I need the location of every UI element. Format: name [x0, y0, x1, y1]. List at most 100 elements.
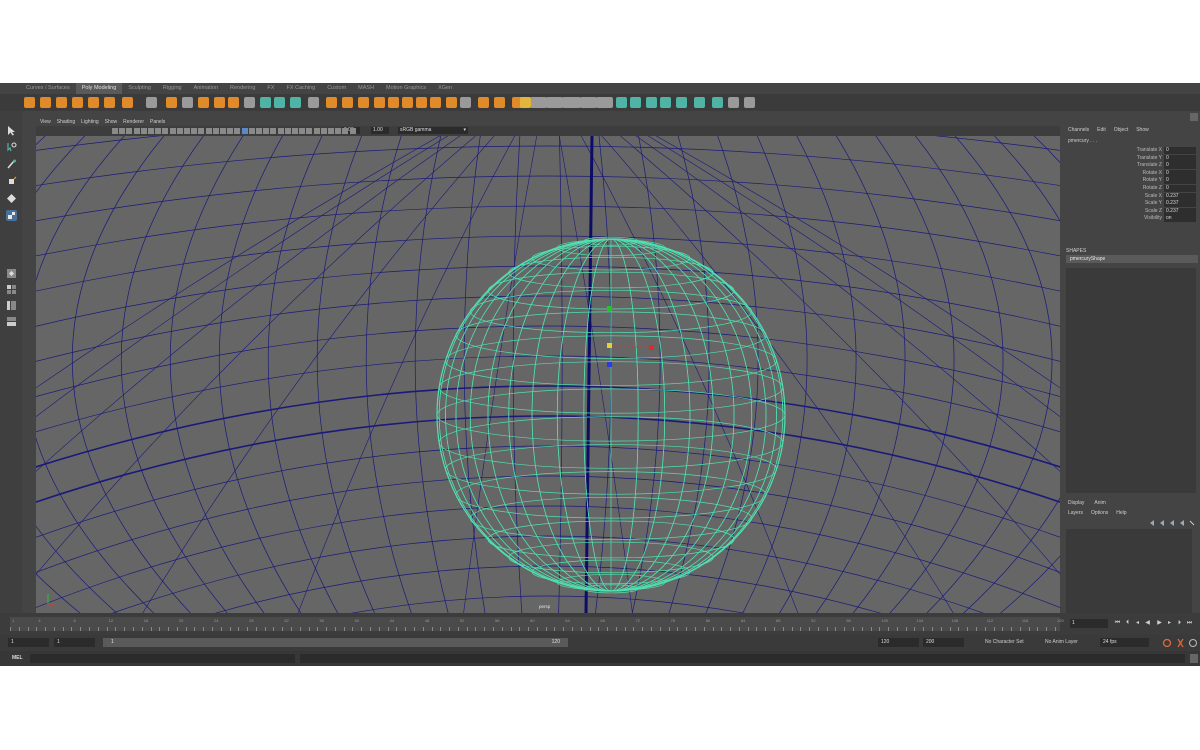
smooth-icon[interactable]	[244, 97, 255, 108]
insert-edge-icon[interactable]	[416, 97, 427, 108]
type-icon[interactable]	[166, 97, 177, 108]
layer-tab-display[interactable]: Display	[1068, 500, 1084, 506]
shelf-tab-curves-surfaces[interactable]: Curves / Surfaces	[20, 83, 76, 94]
end-frame-field[interactable]: 200	[923, 638, 964, 647]
channel-row-rotate-z[interactable]: Rotate Z0	[1064, 185, 1200, 192]
viewport-toolbar-button[interactable]	[292, 128, 298, 134]
step-back-icon[interactable]: ◂	[1134, 620, 1141, 627]
extract-icon[interactable]	[228, 97, 239, 108]
play-back-icon[interactable]: ◀	[1144, 620, 1151, 627]
layout-icon[interactable]	[520, 97, 531, 108]
render-view-icon[interactable]	[712, 97, 723, 108]
settings-icon[interactable]	[728, 97, 739, 108]
start-frame-field[interactable]: 1	[8, 638, 49, 647]
layer-buttons[interactable]	[1148, 519, 1196, 527]
step-forward-icon[interactable]: ▸	[1166, 620, 1173, 627]
viewport-toolbar-button[interactable]	[313, 128, 320, 134]
graph-layout-icon[interactable]	[6, 316, 17, 327]
knife-icon[interactable]	[460, 97, 471, 108]
viewport-toolbar-button[interactable]	[241, 128, 248, 134]
paint-select-tool-icon[interactable]	[6, 159, 17, 170]
shelf-tab-rendering[interactable]: Rendering	[224, 83, 261, 94]
platonic-icon[interactable]	[146, 97, 157, 108]
channel-row-rotate-x[interactable]: Rotate X0	[1064, 169, 1200, 177]
viewport-toolbar-button[interactable]	[299, 128, 306, 134]
shelf-tab-fx-caching[interactable]: FX Caching	[280, 83, 321, 94]
viewport-toolbar-button[interactable]	[184, 128, 190, 134]
shelf-tab-motion-graphics[interactable]: Motion Graphics	[380, 83, 432, 94]
lasso-tool-icon[interactable]	[6, 142, 17, 153]
move-tool-icon[interactable]	[6, 176, 17, 187]
create-uv-icon[interactable]	[616, 97, 627, 108]
hypershade-icon[interactable]	[694, 97, 705, 108]
viewport-canvas[interactable]	[36, 136, 1060, 613]
channel-menu-object[interactable]: Object	[1114, 127, 1128, 133]
viewport-toolbar-button[interactable]	[284, 128, 291, 134]
channel-value[interactable]: 0	[1164, 177, 1196, 185]
viewport-toolbar-button[interactable]	[234, 128, 241, 134]
channel-menu-show[interactable]: Show	[1136, 127, 1149, 133]
step-forward-key-icon[interactable]: ⏵	[1176, 620, 1183, 627]
shelf-tab-rigging[interactable]: Rigging	[157, 83, 188, 94]
go-start-icon[interactable]: ⏮	[1114, 620, 1121, 627]
cut-uv-icon[interactable]	[552, 97, 563, 108]
viewport-toolbar-button[interactable]	[112, 128, 118, 134]
channel-value[interactable]: 0	[1164, 162, 1196, 170]
bevel-icon[interactable]	[290, 97, 301, 108]
channel-value[interactable]: 0	[1164, 147, 1196, 154]
channel-row-visibility[interactable]: Visibility on	[1064, 215, 1200, 223]
layer-menu-layers[interactable]: Layers	[1068, 510, 1083, 516]
separate-icon[interactable]	[214, 97, 225, 108]
channel-row-scale-x[interactable]: Scale X 0.237	[1064, 192, 1200, 200]
channel-value[interactable]: on	[1164, 215, 1196, 223]
timeline-ticks[interactable]: 1 4 8 12 16 20 24 28 32 36 40 44 48 52 56 60 64 68 72 76 80 8…	[10, 617, 1064, 631]
delete-history-icon[interactable]	[630, 97, 641, 108]
disc-icon[interactable]	[122, 97, 133, 108]
channel-row-translate-z[interactable]: Translate Z0	[1064, 162, 1200, 170]
gamma-field[interactable]: 1.00	[371, 127, 389, 134]
range-slider[interactable]: 1 120	[103, 638, 568, 647]
boolean-icon[interactable]	[260, 97, 271, 108]
grid-icon[interactable]	[602, 97, 613, 108]
options-icon[interactable]	[744, 97, 755, 108]
cube-icon[interactable]	[40, 97, 51, 108]
mirror-icon[interactable]	[274, 97, 285, 108]
rotate-tool-icon[interactable]	[6, 193, 17, 204]
freeze-icon[interactable]	[646, 97, 657, 108]
viewport-toolbar-button[interactable]	[263, 128, 270, 134]
channel-value[interactable]: 0.237	[1164, 200, 1196, 208]
current-frame-field[interactable]: 1	[1070, 619, 1108, 628]
layer-menu-options[interactable]: Options	[1091, 510, 1108, 516]
single-view-layout-icon[interactable]	[6, 268, 17, 279]
viewport-menu-view[interactable]: View	[40, 119, 51, 125]
sew-uv-icon[interactable]	[570, 97, 581, 108]
fill-hole-icon[interactable]	[374, 97, 385, 108]
viewport-toolbar-button[interactable]	[335, 128, 342, 134]
target-weld-icon[interactable]	[430, 97, 441, 108]
viewport-toolbar-button[interactable]	[328, 128, 334, 134]
viewport-toolbar-button[interactable]	[176, 128, 183, 134]
torus-icon[interactable]	[88, 97, 99, 108]
auto-map-icon[interactable]	[536, 97, 547, 108]
center-pivot-icon[interactable]	[660, 97, 671, 108]
cone-icon[interactable]	[72, 97, 83, 108]
viewport-toolbar-button[interactable]	[256, 128, 262, 134]
playback-end-field[interactable]: 120	[878, 638, 919, 647]
mel-label[interactable]: MEL	[12, 655, 23, 661]
viewport-toolbar-button[interactable]	[155, 128, 162, 134]
viewport-toolbar-button[interactable]	[306, 128, 313, 134]
channel-value[interactable]: 0	[1164, 154, 1196, 162]
script-editor-icon[interactable]	[1190, 654, 1198, 663]
channel-row-scale-y[interactable]: Scale Y 0.237	[1064, 200, 1200, 208]
3d-viewport[interactable]: M persp	[36, 136, 1060, 613]
viewport-toolbar-button[interactable]	[191, 128, 198, 134]
shelf-tab-xgen[interactable]: XGen	[432, 83, 458, 94]
viewport-menu-renderer[interactable]: Renderer	[123, 119, 144, 125]
playback-start-field[interactable]: 1	[54, 638, 95, 647]
play-forward-icon[interactable]: ▶	[1156, 620, 1163, 627]
panel-toggle-icon[interactable]	[1190, 113, 1198, 121]
viewport-toolbar-button[interactable]	[198, 128, 205, 134]
viewport-menu-panels[interactable]: Panels	[150, 119, 165, 125]
shelf-tab-fx[interactable]: FX	[261, 83, 280, 94]
shelf-tab-sculpting[interactable]: Sculpting	[122, 83, 157, 94]
